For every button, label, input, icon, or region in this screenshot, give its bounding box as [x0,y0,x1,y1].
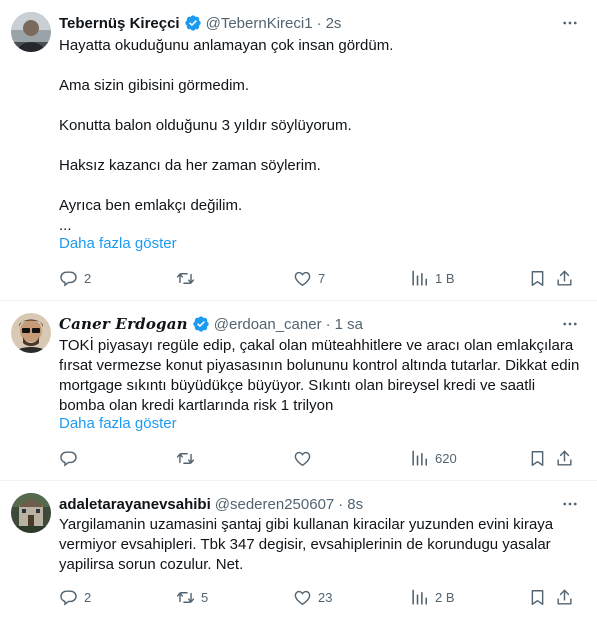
tweet-paragraph: Konutta balon olduğunu 3 yıldır söylüyor… [59,117,352,134]
avatar[interactable] [11,12,51,52]
tweet-paragraph: Haksız kazancı da her zaman söylerim. [59,157,321,174]
author-name[interactable]: Tebernüş Kireçci [59,15,180,32]
separator-dot: · [338,495,344,513]
more-icon[interactable] [559,313,581,335]
timestamp[interactable]: 8s [347,496,363,513]
like-count: 23 [318,589,333,605]
reply-button[interactable]: 2 [59,587,91,607]
like-button[interactable]: 23 [293,587,332,607]
retweet-button[interactable]: 5 [176,587,208,607]
reply-count: 2 [84,589,92,605]
reply-count: 2 [84,270,92,286]
author-name[interactable]: Caner Erdogan [59,315,188,333]
reply-button[interactable]: 2 [59,268,91,288]
like-icon [293,449,312,468]
author-handle[interactable]: @sederen250607 [215,496,335,513]
author-handle[interactable]: @erdoan_caner [214,316,322,333]
share-icon [555,588,574,607]
verified-icon [192,315,210,333]
tweet-header: Caner Erdogan @erdoan_caner · 1 sa [59,313,581,335]
share-button[interactable] [555,587,574,607]
reply-button[interactable] [59,448,84,468]
bookmark-button[interactable] [528,587,547,607]
tweet-header: Tebernüş Kireçci @TebernKireci1 · 2s [59,12,581,34]
retweet-button[interactable] [176,448,201,468]
tweet-actions: 620 [59,448,581,468]
timestamp[interactable]: 2s [326,15,342,32]
more-icon[interactable] [559,493,581,515]
tweet-paragraph: Yargilamanin uzamasini şantaj gibi kulla… [59,516,554,573]
retweet-icon [176,449,195,468]
retweet-button[interactable] [176,268,201,288]
reply-icon [59,269,78,288]
tweet-paragraph: ... [59,217,72,234]
tweet-actions: 2 7 1 B [59,268,581,288]
show-more-link[interactable]: Daha fazla göster [59,415,177,432]
views-button[interactable]: 620 [410,448,457,468]
bookmark-icon [528,449,547,468]
views-icon [410,269,429,288]
reply-icon [59,449,78,468]
reply-icon [59,588,78,607]
tweet-paragraph: TOKİ piyasayı regüle edip, çakal olan mü… [59,337,580,414]
tweet-header: adaletarayanevsahibi @sederen250607 · 8s [59,493,581,515]
views-icon [410,588,429,607]
tweet-feed: Tebernüş Kireçci @TebernKireci1 · 2s Hay… [0,0,597,621]
like-button[interactable]: 7 [293,268,325,288]
retweet-count: 5 [201,589,209,605]
show-more-link[interactable]: Daha fazla göster [59,235,177,252]
like-button[interactable] [293,448,318,468]
timestamp[interactable]: 1 sa [335,316,363,333]
tweet[interactable]: adaletarayanevsahibi @sederen250607 · 8s… [0,481,597,621]
tweet[interactable]: Tebernüş Kireçci @TebernKireci1 · 2s Hay… [0,0,597,301]
avatar[interactable] [11,313,51,353]
verified-icon [184,14,202,32]
retweet-icon [176,269,195,288]
tweet-paragraph: Ayrıca ben emlakçı değilim. [59,197,243,214]
author-name[interactable]: adaletarayanevsahibi [59,496,211,513]
bookmark-button[interactable] [528,268,547,288]
like-icon [293,588,312,607]
share-button[interactable] [555,268,574,288]
views-button[interactable]: 2 B [410,587,455,607]
retweet-icon [176,588,195,607]
bookmark-icon [528,588,547,607]
tweet-text: Hayatta okuduğunu anlamayan çok insan gö… [59,36,581,236]
bookmark-icon [528,269,547,288]
more-icon[interactable] [559,12,581,34]
avatar[interactable] [11,493,51,533]
views-icon [410,449,429,468]
like-icon [293,269,312,288]
tweet-text: Yargilamanin uzamasini şantaj gibi kulla… [59,515,581,575]
tweet[interactable]: Caner Erdogan @erdoan_caner · 1 sa TOKİ … [0,301,597,481]
bookmark-button[interactable] [528,448,547,468]
separator-dot: · [325,315,331,333]
author-handle[interactable]: @TebernKireci1 [206,15,313,32]
views-count: 1 B [435,270,455,286]
like-count: 7 [318,270,326,286]
views-count: 2 B [435,589,455,605]
tweet-paragraph: Ama sizin gibisini görmedim. [59,77,250,94]
share-button[interactable] [555,448,574,468]
share-icon [555,269,574,288]
share-icon [555,449,574,468]
separator-dot: · [316,14,322,32]
tweet-actions: 2 5 23 2 B [59,587,581,607]
tweet-text: TOKİ piyasayı regüle edip, çakal olan mü… [59,336,581,416]
views-count: 620 [435,450,457,466]
views-button[interactable]: 1 B [410,268,455,288]
tweet-paragraph: Hayatta okuduğunu anlamayan çok insan gö… [59,37,394,54]
